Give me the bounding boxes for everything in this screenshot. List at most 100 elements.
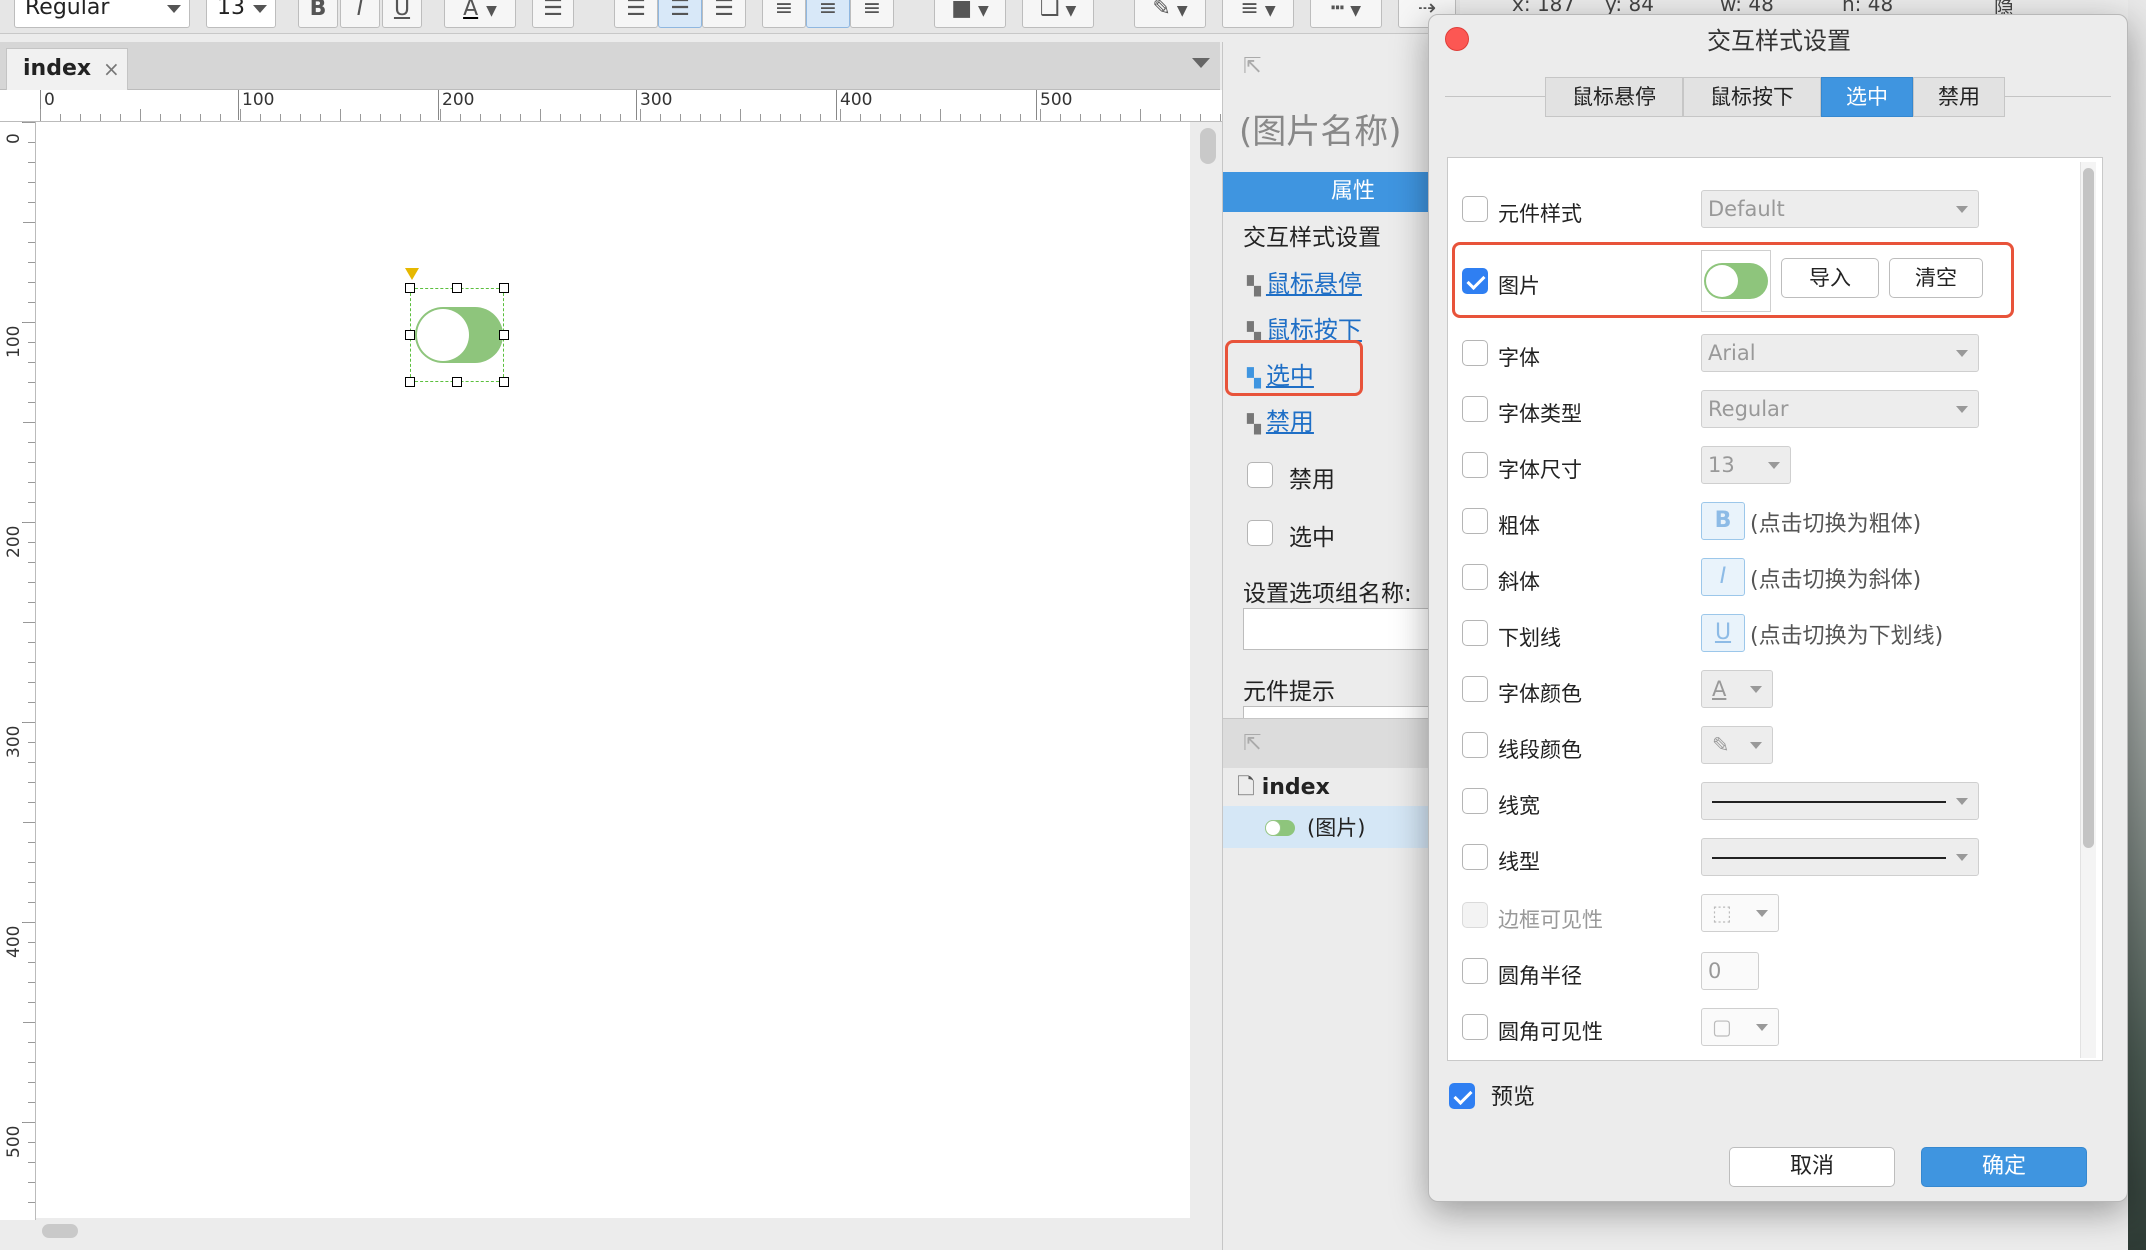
corner-visibility-dropdown[interactable]: ▢ <box>1701 1008 1779 1046</box>
resize-handle[interactable] <box>405 283 415 293</box>
resize-handle[interactable] <box>405 330 415 340</box>
ruler-label: 0 <box>40 90 55 120</box>
page-tab-bar: index × <box>0 42 1220 90</box>
font-checkbox[interactable] <box>1462 340 1488 366</box>
line-color-picker[interactable]: ✎ <box>1701 726 1773 764</box>
cancel-button[interactable]: 取消 <box>1729 1147 1895 1187</box>
tooltip-input[interactable] <box>1243 706 1443 718</box>
collapse-icon[interactable]: ⇱ <box>1243 54 1261 79</box>
style-dropdown[interactable]: Default <box>1701 190 1979 228</box>
corner-radius-checkbox[interactable] <box>1462 958 1488 984</box>
font-size-dropdown[interactable]: 13 <box>206 0 276 28</box>
settings-scrollbar-track[interactable] <box>2080 162 2096 1058</box>
bold-button[interactable]: B <box>298 0 338 28</box>
list-button[interactable]: ☰ <box>532 0 574 28</box>
shadow-button[interactable]: ❑ ▼ <box>1022 0 1094 28</box>
resize-handle[interactable] <box>499 330 509 340</box>
line-width-checkbox[interactable] <box>1462 788 1488 814</box>
resize-handle[interactable] <box>499 283 509 293</box>
font-value: Arial <box>1708 341 1756 365</box>
align-left-button[interactable]: ☰ <box>614 0 658 28</box>
horizontal-scrollbar[interactable] <box>42 1224 78 1238</box>
line-color-button[interactable]: ✎ ▼ <box>1134 0 1206 28</box>
font-style-value: Regular <box>25 0 110 20</box>
font-color-button[interactable]: A ▼ <box>444 0 516 28</box>
line-width-dropdown[interactable] <box>1701 782 1979 820</box>
group-name-input[interactable] <box>1243 608 1443 650</box>
style-checkbox[interactable] <box>1462 196 1488 222</box>
resize-handle[interactable] <box>452 377 462 387</box>
list-icon: ☰ <box>543 0 563 21</box>
tab-selected[interactable]: 选中 <box>1821 77 1913 117</box>
italic-button[interactable]: I <box>340 0 380 28</box>
page-tab-label: index <box>23 56 92 81</box>
font-type-dropdown[interactable]: Regular <box>1701 390 1979 428</box>
preview-checkbox[interactable] <box>1449 1083 1475 1109</box>
outline-item-image[interactable]: (图片) <box>1223 806 1435 848</box>
disabled-checkbox[interactable] <box>1247 462 1273 488</box>
group-name-label: 设置选项组名称: <box>1243 581 1412 607</box>
close-icon[interactable]: × <box>103 49 120 89</box>
italic-checkbox[interactable] <box>1462 564 1488 590</box>
font-style-dropdown[interactable]: Regular <box>14 0 190 28</box>
align-right-button[interactable]: ☰ <box>702 0 746 28</box>
bold-toggle-button[interactable]: B <box>1701 502 1745 540</box>
corner-radius-input[interactable]: 0 <box>1701 952 1759 990</box>
collapse-icon[interactable]: ⇱ <box>1243 731 1261 756</box>
ruler-tick <box>80 114 81 121</box>
widget-name-field[interactable]: (图片名称) <box>1239 104 1402 153</box>
image-preview[interactable] <box>1701 250 1771 312</box>
font-dropdown[interactable]: Arial <box>1701 334 1979 372</box>
chevron-down-icon: ▼ <box>1065 3 1077 19</box>
tab-menu-chevron-icon[interactable] <box>1192 58 1210 68</box>
selected-checkbox[interactable] <box>1247 520 1273 546</box>
line-color-checkbox[interactable] <box>1462 732 1488 758</box>
tab-properties[interactable]: 属性 <box>1223 172 1435 212</box>
underline-toggle-button[interactable]: U <box>1701 614 1745 652</box>
italic-toggle-button[interactable]: I <box>1701 558 1745 596</box>
import-button[interactable]: 导入 <box>1781 258 1879 298</box>
ruler-tick <box>1200 114 1201 121</box>
ok-button[interactable]: 确定 <box>1921 1147 2087 1187</box>
ruler-tick <box>28 742 35 743</box>
resize-handle[interactable] <box>499 377 509 387</box>
align-center-button[interactable]: ☰ <box>658 0 702 28</box>
vertical-scrollbar[interactable] <box>1200 128 1216 164</box>
corner-visibility-checkbox[interactable] <box>1462 1014 1488 1040</box>
underline-checkbox[interactable] <box>1462 620 1488 646</box>
line-style-dropdown[interactable] <box>1701 838 1979 876</box>
link-disabled[interactable]: ▚ 禁用 <box>1247 402 1314 437</box>
outline-page-index[interactable]: 🗋 index <box>1237 770 1330 808</box>
selected-widget[interactable] <box>410 288 504 382</box>
font-color-picker[interactable]: A <box>1701 670 1773 708</box>
font-size-label: 字体尺寸 <box>1498 458 1582 482</box>
line-style-checkbox[interactable] <box>1462 844 1488 870</box>
font-type-checkbox[interactable] <box>1462 396 1488 422</box>
settings-scrollbar-thumb[interactable] <box>2083 168 2094 848</box>
outline-item-label: (图片) <box>1307 816 1366 840</box>
tab-mousedown[interactable]: 鼠标按下 <box>1683 77 1821 117</box>
bold-checkbox[interactable] <box>1462 508 1488 534</box>
valign-top-button[interactable]: ≡ <box>762 0 806 28</box>
resize-handle[interactable] <box>452 283 462 293</box>
chevron-down-icon <box>1956 206 1968 213</box>
tab-disabled[interactable]: 禁用 <box>1913 77 2005 117</box>
link-hover[interactable]: ▚ 鼠标悬停 <box>1247 264 1362 299</box>
line-width-button[interactable]: ≡ ▼ <box>1222 0 1294 28</box>
clear-button[interactable]: 清空 <box>1889 258 1983 298</box>
ruler-tick <box>360 114 361 121</box>
resize-handle[interactable] <box>405 377 415 387</box>
valign-middle-button[interactable]: ≡ <box>806 0 850 28</box>
design-canvas[interactable] <box>36 122 1190 1218</box>
underline-button[interactable]: U <box>382 0 422 28</box>
line-style-button[interactable]: ┅ ▼ <box>1310 0 1382 28</box>
font-size-dropdown[interactable]: 13 <box>1701 446 1791 484</box>
font-color-checkbox[interactable] <box>1462 676 1488 702</box>
page-tab-index[interactable]: index × <box>6 48 128 90</box>
ruler-tick <box>28 602 35 603</box>
tab-hover[interactable]: 鼠标悬停 <box>1545 77 1683 117</box>
image-checkbox[interactable] <box>1462 268 1488 294</box>
valign-bottom-button[interactable]: ≡ <box>850 0 894 28</box>
font-size-checkbox[interactable] <box>1462 452 1488 478</box>
fill-color-button[interactable]: ■ ▼ <box>934 0 1006 28</box>
